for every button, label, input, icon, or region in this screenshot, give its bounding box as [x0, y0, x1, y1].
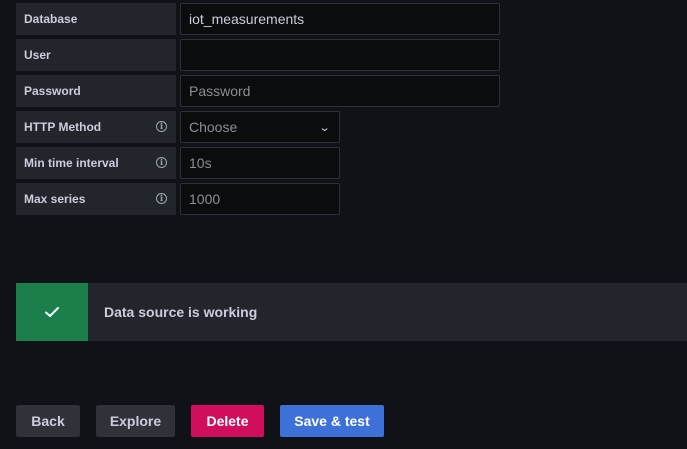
user-row: User [16, 39, 500, 71]
min-time-interval-row: Min time interval i 10s [16, 147, 340, 179]
min-time-interval-input[interactable]: 10s [180, 147, 340, 179]
database-label: Database [16, 3, 176, 35]
http-method-label: HTTP Method i [16, 111, 176, 143]
max-series-label-text: Max series [24, 192, 86, 206]
chevron-down-icon: ⌄ [318, 121, 331, 134]
explore-button[interactable]: Explore [96, 405, 175, 437]
info-icon[interactable]: i [156, 157, 167, 168]
password-label: Password [16, 75, 176, 107]
max-series-label: Max series i [16, 183, 176, 215]
max-series-input[interactable]: 1000 [180, 183, 340, 215]
alert-message: Data source is working [104, 304, 258, 320]
user-label: User [16, 39, 176, 71]
user-input[interactable] [180, 39, 500, 71]
save-test-button[interactable]: Save & test [280, 405, 384, 437]
http-method-select[interactable]: Choose ⌄ [180, 111, 340, 143]
success-alert: Data source is working [16, 283, 687, 341]
max-series-row: Max series i 1000 [16, 183, 340, 215]
http-method-label-text: HTTP Method [24, 120, 102, 134]
back-button[interactable]: Back [16, 405, 80, 437]
password-input[interactable]: Password [180, 75, 500, 107]
check-icon [16, 283, 88, 341]
password-row: Password Password [16, 75, 500, 107]
min-time-interval-label-text: Min time interval [24, 156, 119, 170]
database-row: Database iot_measurements [16, 3, 500, 35]
delete-button[interactable]: Delete [191, 405, 264, 437]
info-icon[interactable]: i [156, 193, 167, 204]
info-icon[interactable]: i [156, 121, 167, 132]
database-input[interactable]: iot_measurements [180, 3, 500, 35]
datasource-settings-page: Database iot_measurements User Password … [0, 0, 687, 449]
http-method-value: Choose [189, 119, 238, 135]
min-time-interval-label: Min time interval i [16, 147, 176, 179]
http-method-row: HTTP Method i Choose ⌄ [16, 111, 340, 143]
